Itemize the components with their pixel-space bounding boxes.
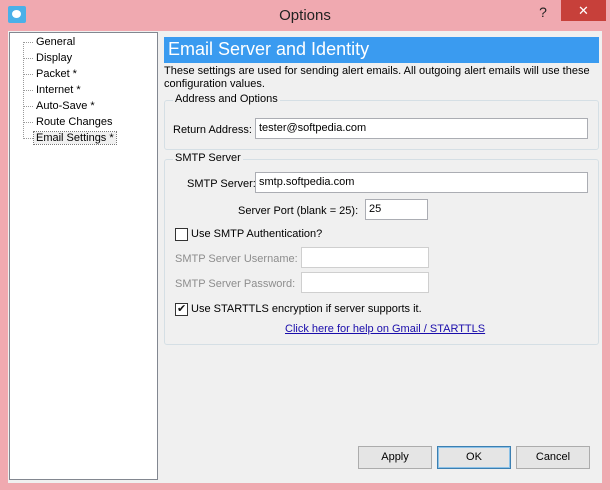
tree-item-route-changes[interactable]: Route Changes xyxy=(24,115,114,131)
server-port-input[interactable]: 25 xyxy=(365,199,428,220)
starttls-checkbox[interactable] xyxy=(175,302,188,316)
smtp-username-label: SMTP Server Username: xyxy=(175,253,298,265)
smtp-server-label: SMTP Server: xyxy=(187,178,256,190)
smtp-group: SMTP Server SMTP Server: smtp.softpedia.… xyxy=(164,152,599,345)
tree-item-display[interactable]: Display xyxy=(24,51,74,67)
tree-item-packet[interactable]: Packet * xyxy=(24,67,79,83)
page-title: Email Server and Identity xyxy=(164,37,599,63)
tree-item-internet[interactable]: Internet * xyxy=(24,83,83,99)
window-title: Options xyxy=(279,7,331,24)
options-tree[interactable]: General Display Packet * Internet * Auto… xyxy=(9,32,158,480)
title-bar[interactable]: Options ? ✕ xyxy=(0,0,610,31)
return-address-input[interactable]: tester@softpedia.com xyxy=(255,118,588,139)
close-button[interactable]: ✕ xyxy=(561,0,606,21)
ok-button[interactable]: OK xyxy=(437,446,511,469)
server-port-label: Server Port (blank = 25): xyxy=(238,205,359,217)
smtp-group-title: SMTP Server xyxy=(173,152,243,164)
return-address-label: Return Address: xyxy=(173,124,252,136)
smtp-password-input[interactable] xyxy=(301,272,429,293)
address-group-title: Address and Options xyxy=(173,93,280,105)
tree-item-email-settings[interactable]: Email Settings * xyxy=(24,131,117,147)
smtp-auth-label[interactable]: Use SMTP Authentication? xyxy=(191,228,322,240)
smtp-auth-checkbox[interactable] xyxy=(175,228,188,241)
gmail-starttls-help-link[interactable]: Click here for help on Gmail / STARTTLS xyxy=(285,323,485,335)
tree-item-auto-save[interactable]: Auto-Save * xyxy=(24,99,97,115)
help-button[interactable]: ? xyxy=(530,2,556,22)
cancel-button[interactable]: Cancel xyxy=(516,446,590,469)
address-group: Address and Options Return Address: test… xyxy=(164,93,599,150)
tree-item-general[interactable]: General xyxy=(24,35,77,51)
smtp-server-input[interactable]: smtp.softpedia.com xyxy=(255,172,588,193)
dialog-body: General Display Packet * Internet * Auto… xyxy=(8,31,602,483)
starttls-label[interactable]: Use STARTTLS encryption if server suppor… xyxy=(191,303,422,315)
smtp-password-label: SMTP Server Password: xyxy=(175,278,296,290)
apply-button[interactable]: Apply xyxy=(358,446,432,469)
smtp-username-input[interactable] xyxy=(301,247,429,268)
page-description: These settings are used for sending aler… xyxy=(164,65,590,90)
options-window: Options ? ✕ General Display Packet * Int… xyxy=(0,0,610,490)
